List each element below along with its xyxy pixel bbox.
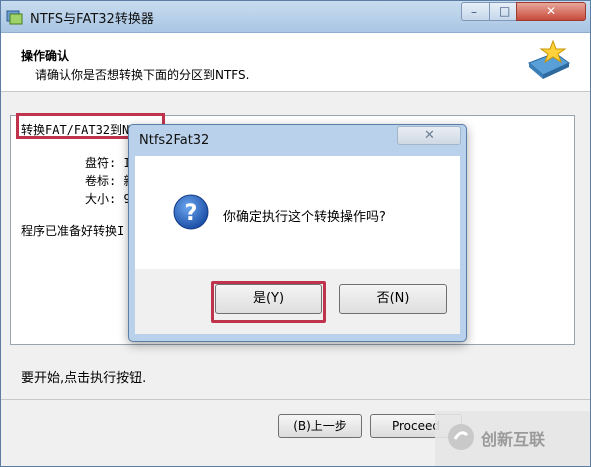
confirm-dialog: Ntfs2Fat32 ✕ ? 你确定执行这个转换操作吗? 是(Y) 否(N) xyxy=(128,124,467,342)
dialog-message: 你确定执行这个转换操作吗? xyxy=(223,210,386,225)
minimize-icon: – xyxy=(471,5,477,19)
maximize-icon: □ xyxy=(499,4,511,18)
svg-text:?: ? xyxy=(185,201,198,226)
status-text: 要开始,点击执行按钮. xyxy=(21,371,147,386)
app-icon xyxy=(6,10,23,25)
window-title: NTFS与FAT32转换器 xyxy=(30,12,154,27)
close-icon: ✕ xyxy=(424,128,435,143)
dialog-close-button[interactable]: ✕ xyxy=(397,126,461,145)
question-icon: ? xyxy=(173,194,209,230)
back-button[interactable]: (B)上一步 xyxy=(278,414,362,438)
title-bar[interactable]: NTFS与FAT32转换器 – □ ✕ xyxy=(1,1,590,33)
close-icon: ✕ xyxy=(546,4,557,18)
header-title: 操作确认 xyxy=(21,49,70,63)
wizard-icon xyxy=(528,39,570,79)
close-button[interactable]: ✕ xyxy=(516,2,586,21)
watermark: 创新互联 xyxy=(435,411,590,466)
yes-highlight-box xyxy=(211,281,326,323)
header-panel: 操作确认 请确认你是否想转换下面的分区到NTFS. xyxy=(1,33,590,92)
minimize-button[interactable]: – xyxy=(461,2,490,21)
footer-divider xyxy=(1,399,590,400)
watermark-text: 创新互联 xyxy=(481,430,546,449)
watermark-logo-icon xyxy=(448,424,474,450)
maximize-button[interactable]: □ xyxy=(489,2,517,21)
header-subtitle: 请确认你是否想转换下面的分区到NTFS. xyxy=(35,68,250,82)
dialog-body: ? 你确定执行这个转换操作吗? xyxy=(135,156,460,269)
log-ready-text: 程序已准备好转换I xyxy=(21,224,125,238)
no-button[interactable]: 否(N) xyxy=(339,284,447,314)
log-drive-letter: 盘符: I xyxy=(85,156,131,170)
log-size: 大小: 9 xyxy=(85,192,131,206)
dialog-title: Ntfs2Fat32 xyxy=(139,133,210,148)
